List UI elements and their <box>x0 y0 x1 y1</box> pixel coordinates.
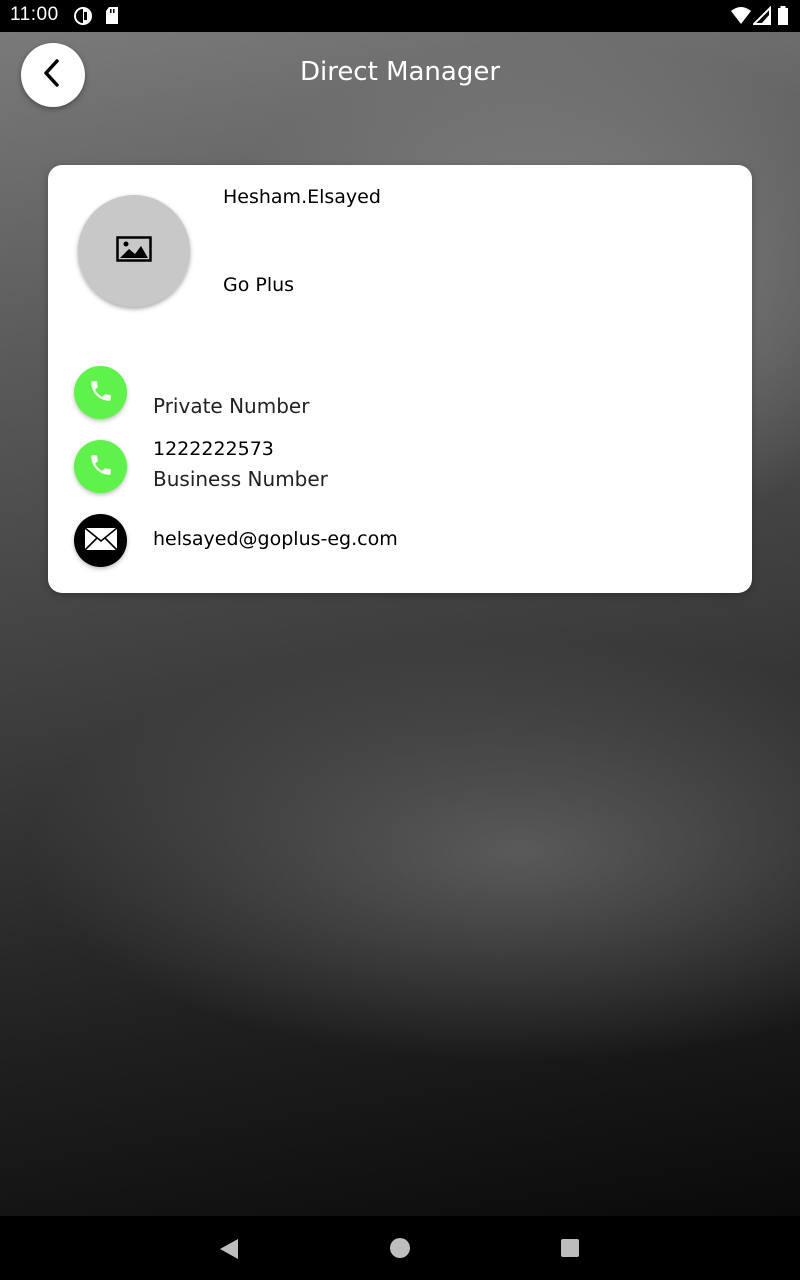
recents-square-icon[interactable] <box>560 1238 580 1262</box>
business-number-value: 1222222573 <box>153 438 274 460</box>
mail-icon <box>83 526 118 555</box>
page-title: Direct Manager <box>299 57 501 87</box>
data-saver-icon <box>72 6 94 30</box>
wifi-icon <box>730 6 752 30</box>
avatar[interactable] <box>78 195 190 307</box>
business-call-button[interactable] <box>74 440 127 493</box>
phone-icon <box>88 378 114 408</box>
navigation-bar <box>0 1216 800 1280</box>
private-call-button[interactable] <box>74 366 127 419</box>
image-placeholder-icon <box>116 236 152 266</box>
manager-name: Hesham.Elsayed <box>223 186 381 208</box>
battery-icon <box>777 6 789 30</box>
home-circle-icon[interactable] <box>389 1237 411 1263</box>
status-bar: 11:00 <box>0 0 800 32</box>
signal-icon <box>751 5 771 30</box>
email-button[interactable] <box>74 514 127 567</box>
phone-icon <box>88 452 114 482</box>
private-number-label: Private Number <box>153 394 310 418</box>
manager-card: Hesham.Elsayed Go Plus Private Number 12… <box>48 165 752 593</box>
sd-card-icon <box>104 6 120 30</box>
business-number-label: Business Number <box>153 467 328 491</box>
manager-company: Go Plus <box>223 274 295 296</box>
email-value: helsayed@goplus-eg.com <box>153 528 398 550</box>
back-triangle-icon[interactable] <box>218 1237 240 1265</box>
status-time: 11:00 <box>10 4 59 25</box>
